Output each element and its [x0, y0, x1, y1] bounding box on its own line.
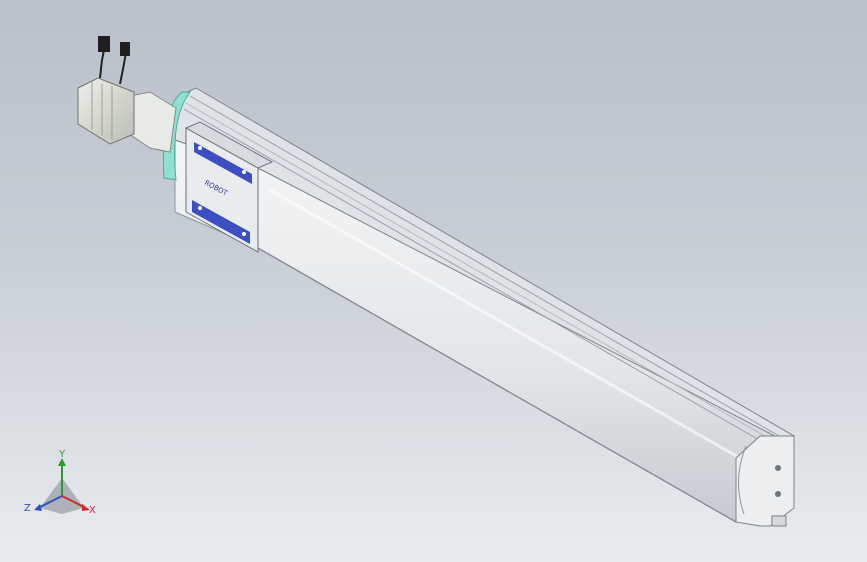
triad-y-label: Y [59, 449, 66, 460]
actuator-body-highlight [269, 188, 741, 460]
motor-connector-1 [98, 36, 110, 52]
motor-body [77, 77, 135, 145]
carriage-bolt-3 [198, 206, 202, 210]
end-cap-foot [771, 515, 787, 527]
rail-groove-1 [189, 95, 787, 441]
rail-groove-2 [185, 102, 783, 447]
triad-x-label: X [89, 505, 96, 516]
motor-cable-1 [99, 49, 105, 79]
model-viewport[interactable]: ROBOT [0, 0, 867, 562]
carriage-bolt-2 [242, 170, 246, 174]
linear-actuator[interactable] [174, 87, 795, 527]
motor-cable-2 [119, 51, 127, 85]
rail-groove-3 [183, 108, 781, 453]
carriage-bolt-1 [198, 146, 202, 150]
carriage-bolt-4 [242, 232, 246, 236]
triad-z-label: Z [24, 503, 31, 514]
triad-z-arrow [34, 504, 42, 511]
servo-motor[interactable] [77, 36, 135, 145]
actuator-side-face [174, 139, 791, 523]
motor-connector-2 [120, 42, 130, 56]
end-cap-hole-bottom [775, 491, 781, 497]
end-cap-hole-top [775, 465, 781, 471]
orientation-triad[interactable]: Y Z X [24, 450, 104, 522]
